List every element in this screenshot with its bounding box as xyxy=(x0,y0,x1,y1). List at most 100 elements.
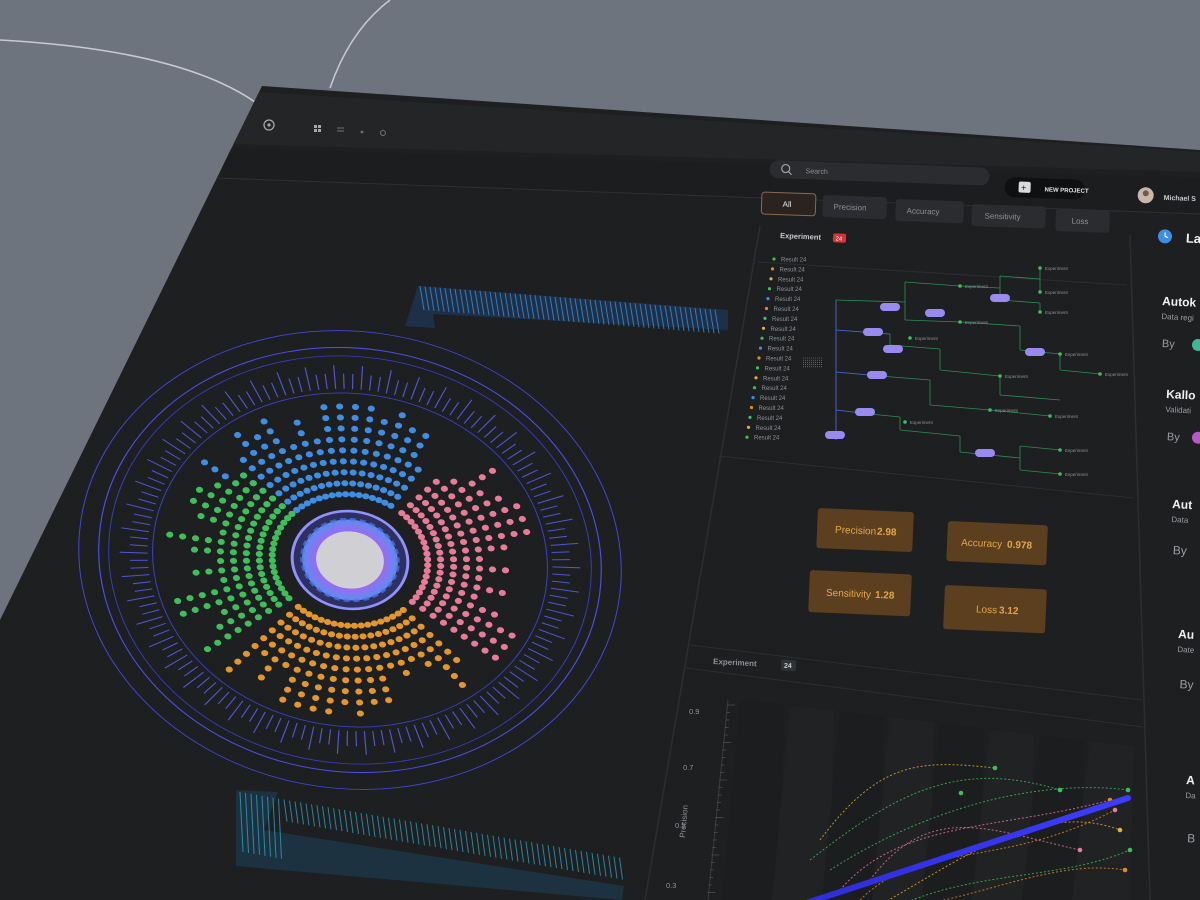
result-dot xyxy=(746,425,751,429)
tick-mark xyxy=(549,594,568,599)
data-dot xyxy=(501,567,510,574)
data-dot xyxy=(424,660,432,667)
hatch-line xyxy=(580,850,585,873)
model-tag[interactable] xyxy=(925,309,945,317)
metric-card-accuracy[interactable]: Accuracy 0.978 xyxy=(946,521,1048,566)
tree-leaf xyxy=(958,284,962,288)
data-dot xyxy=(293,642,302,649)
data-dot xyxy=(305,451,313,458)
hatch-line xyxy=(553,846,557,869)
result-label[interactable]: Result 24 xyxy=(778,277,804,283)
result-label[interactable]: Result 24 xyxy=(762,386,788,392)
metric-card-loss[interactable]: Loss 3.12 xyxy=(943,585,1047,634)
result-dot xyxy=(767,287,772,291)
result-label[interactable]: Result 24 xyxy=(757,416,783,422)
result-label[interactable]: Result 24 xyxy=(760,396,786,402)
sidebar-item[interactable]: Au Date By xyxy=(1175,627,1196,692)
result-label[interactable]: Result 24 xyxy=(769,337,795,343)
experiment-chart-title: Experiment xyxy=(713,657,757,668)
tab-precision[interactable]: Precision xyxy=(822,195,887,220)
data-dot xyxy=(244,535,253,542)
metric-card-sensitivity[interactable]: Sensitivity 1.28 xyxy=(808,570,912,617)
leaf-label: Experiment xyxy=(965,284,989,289)
result-label[interactable]: Result 24 xyxy=(775,297,801,303)
data-dot xyxy=(276,633,284,640)
tick-mark xyxy=(434,386,447,409)
result-dot xyxy=(766,297,770,301)
model-tag[interactable] xyxy=(990,294,1010,302)
data-dot xyxy=(257,537,265,544)
data-dot xyxy=(227,595,235,602)
data-dot xyxy=(510,530,518,538)
data-dot xyxy=(324,426,332,433)
data-dot xyxy=(379,463,388,471)
data-dot xyxy=(203,603,211,610)
model-tag[interactable] xyxy=(975,449,995,457)
new-project-button[interactable]: + NEW PROJECT xyxy=(1004,177,1089,200)
metric-card-precision[interactable]: Precision 2.98 xyxy=(816,508,914,553)
result-label[interactable]: Result 24 xyxy=(766,357,792,363)
hatch-line xyxy=(283,799,288,822)
tab-accuracy[interactable]: Accuracy xyxy=(895,199,964,224)
data-dot xyxy=(370,698,378,705)
data-dot xyxy=(288,652,296,659)
result-label[interactable]: Result 24 xyxy=(772,317,798,323)
model-tag[interactable] xyxy=(1025,348,1045,356)
tick-mark xyxy=(200,416,214,429)
tick-mark xyxy=(130,566,149,569)
data-dot xyxy=(225,666,233,673)
result-label[interactable]: Result 24 xyxy=(759,406,785,412)
result-label[interactable]: Result 24 xyxy=(781,258,807,264)
result-label[interactable]: Result 24 xyxy=(754,436,780,442)
model-tag[interactable] xyxy=(867,371,887,379)
data-dot xyxy=(322,493,330,500)
tab-sensitivity[interactable]: Sensitivity xyxy=(971,204,1046,229)
data-dot xyxy=(433,582,441,589)
data-dot xyxy=(447,540,455,548)
data-dot xyxy=(366,416,374,423)
result-label[interactable]: Result 24 xyxy=(777,287,803,293)
tick-mark xyxy=(449,402,460,416)
top-bracket xyxy=(405,285,728,334)
tick-mark xyxy=(418,387,426,403)
result-label[interactable]: Result 24 xyxy=(765,366,791,372)
data-dot xyxy=(457,530,465,537)
model-tag[interactable] xyxy=(883,345,903,353)
data-dot xyxy=(350,436,358,443)
tick-mark xyxy=(194,421,208,434)
data-dot xyxy=(211,466,219,473)
sidebar-item[interactable]: A Da B xyxy=(1183,773,1199,846)
data-dot xyxy=(489,510,497,517)
data-dot xyxy=(496,627,505,634)
sidebar-item[interactable]: Aut Data By xyxy=(1169,497,1192,558)
model-tag[interactable] xyxy=(863,328,883,336)
data-dot xyxy=(500,643,508,650)
leaf-label: Experiment xyxy=(1105,372,1129,377)
data-dot xyxy=(362,493,370,500)
result-label[interactable]: Result 24 xyxy=(774,307,800,313)
tick-mark xyxy=(153,629,170,637)
tick-mark xyxy=(410,377,420,400)
tab-all[interactable]: All xyxy=(760,191,817,217)
dot-icon[interactable] xyxy=(360,130,364,134)
svg-text:By: By xyxy=(1167,431,1181,444)
result-label[interactable]: Result 24 xyxy=(768,347,794,353)
data-dot xyxy=(332,654,340,661)
model-tag[interactable] xyxy=(825,431,845,439)
data-dot xyxy=(263,501,271,508)
model-tag[interactable] xyxy=(880,303,900,311)
data-dot xyxy=(357,622,365,629)
tab-loss[interactable]: Loss xyxy=(1055,209,1110,233)
hatch-line xyxy=(338,809,343,832)
model-tag[interactable] xyxy=(855,408,875,416)
result-label[interactable]: Result 24 xyxy=(771,327,797,333)
data-dot xyxy=(399,447,407,454)
sidebar-item[interactable]: Autok Data regi By xyxy=(1160,294,1200,352)
sidebar-item[interactable]: Kallo Validati By xyxy=(1164,387,1200,445)
sidebar-header: La xyxy=(1186,230,1200,246)
data-dot xyxy=(445,612,453,619)
result-label[interactable]: Result 24 xyxy=(780,267,806,273)
result-label[interactable]: Result 24 xyxy=(763,376,789,382)
result-label[interactable]: Result 24 xyxy=(756,426,782,432)
data-dot xyxy=(372,484,380,491)
